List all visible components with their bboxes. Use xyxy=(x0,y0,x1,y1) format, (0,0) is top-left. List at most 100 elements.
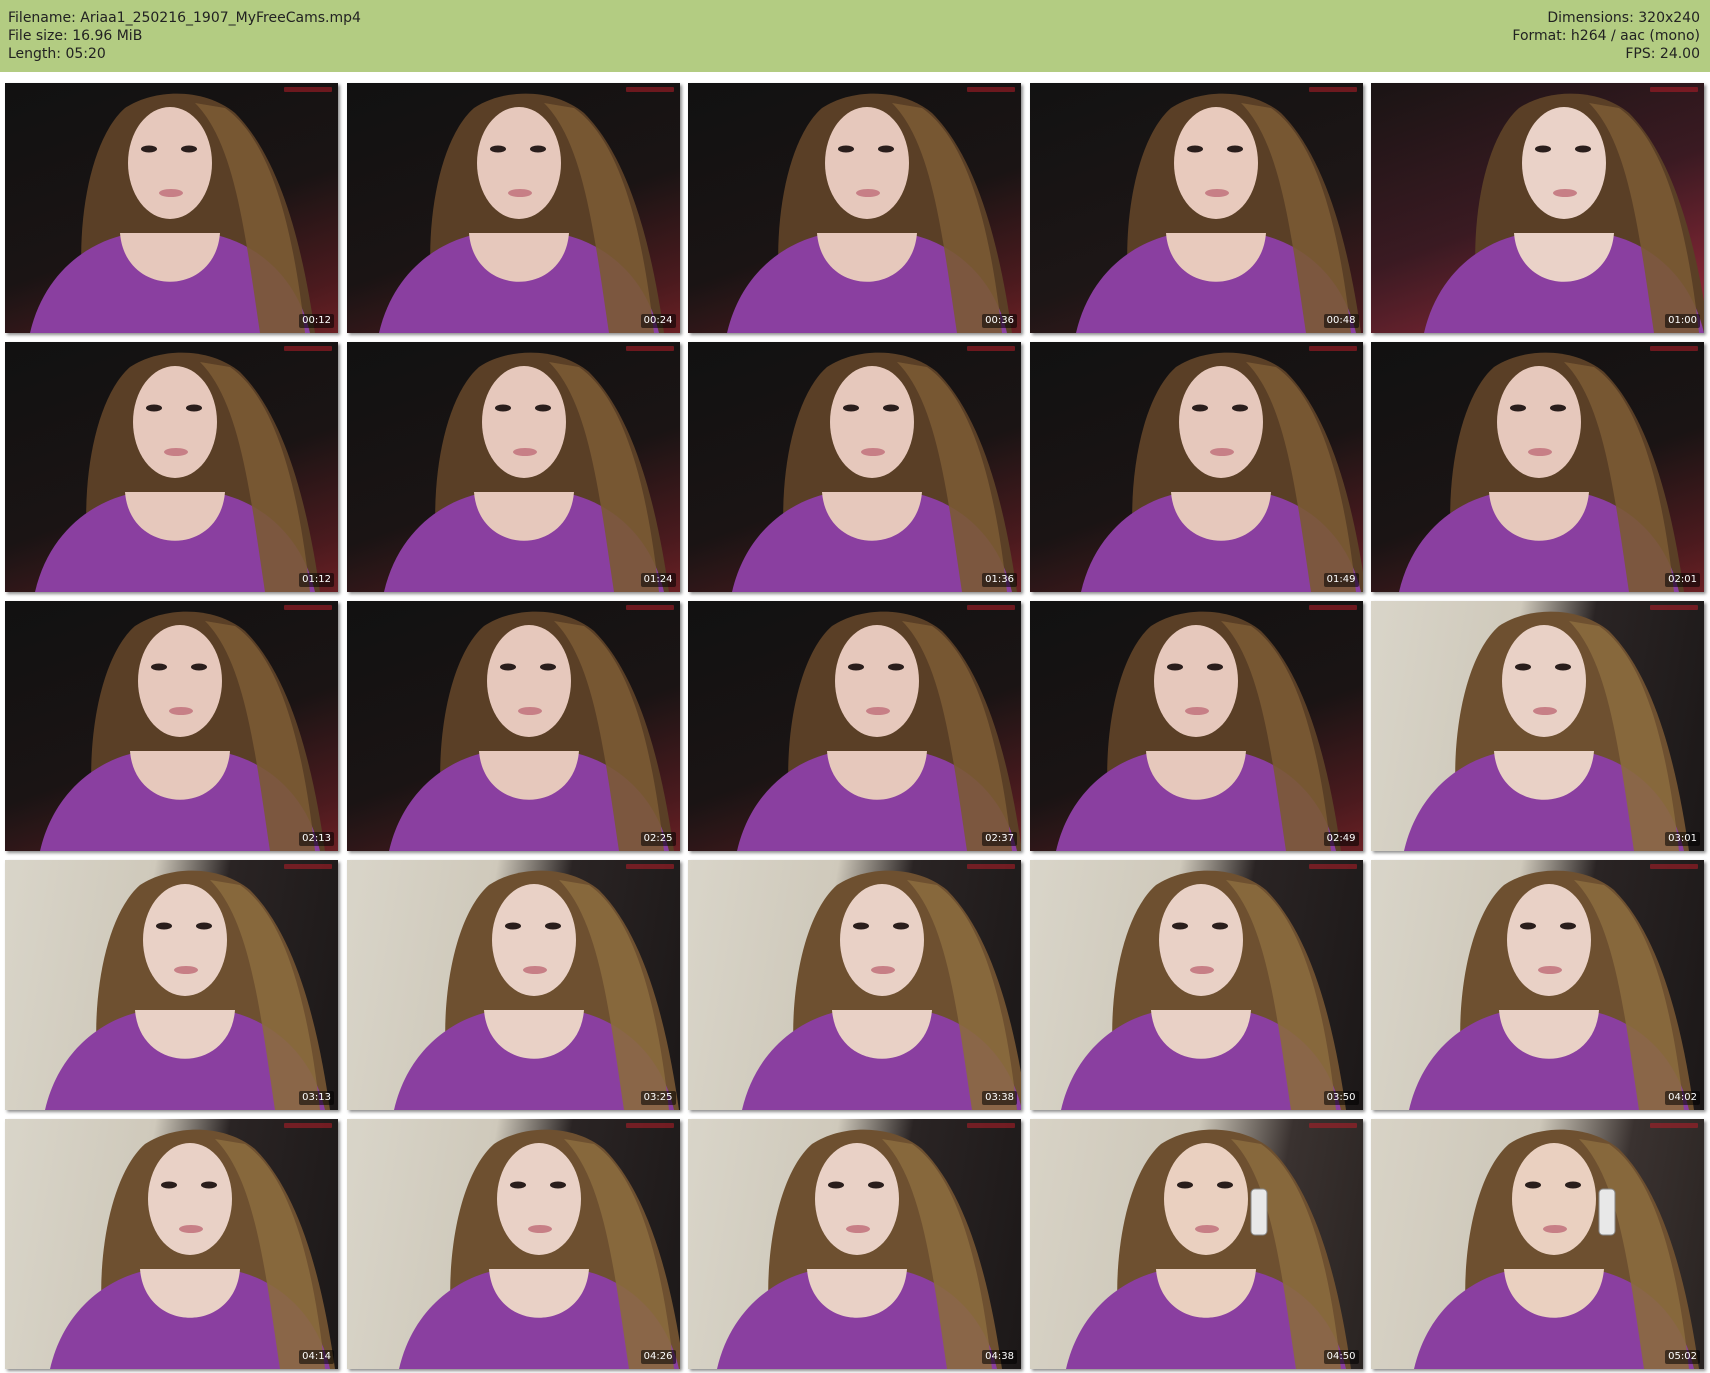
eye-shape xyxy=(1560,922,1576,930)
watermark-mark xyxy=(967,605,1015,610)
timestamp-label: 03:25 xyxy=(640,1091,676,1105)
eye-shape xyxy=(1166,663,1183,671)
face-shape xyxy=(1178,366,1263,478)
video-thumbnail[interactable]: 03:13 xyxy=(5,860,338,1110)
video-thumbnail[interactable]: 04:14 xyxy=(5,1119,338,1369)
watermark-mark xyxy=(1308,1123,1357,1128)
watermark-mark xyxy=(625,87,674,92)
eye-shape xyxy=(1211,922,1228,930)
lips-shape xyxy=(861,448,885,456)
lips-shape xyxy=(846,1225,870,1233)
video-frame-figure xyxy=(50,1129,335,1369)
face-shape xyxy=(128,107,212,219)
video-frame-figure xyxy=(378,93,664,333)
video-thumbnail[interactable]: 01:00 xyxy=(1371,83,1704,333)
face-shape xyxy=(1153,625,1238,737)
timestamp-label: 04:14 xyxy=(299,1350,334,1364)
watermark-mark xyxy=(625,864,674,869)
timestamp-label: 04:26 xyxy=(640,1350,676,1364)
eye-shape xyxy=(509,1181,526,1189)
video-frame-figure xyxy=(1065,1129,1351,1369)
lips-shape xyxy=(856,189,880,197)
eye-shape xyxy=(1231,404,1248,412)
eye-shape xyxy=(1555,663,1571,671)
watermark-mark xyxy=(967,346,1015,351)
video-thumbnail[interactable]: 02:01 xyxy=(1371,342,1704,592)
watermark-mark xyxy=(1308,346,1357,351)
timestamp-label: 00:48 xyxy=(1323,314,1359,328)
eye-shape xyxy=(146,404,162,412)
face-shape xyxy=(1163,1143,1248,1255)
face-shape xyxy=(481,366,566,478)
lips-shape xyxy=(1533,707,1557,715)
timestamp-label: 02:01 xyxy=(1665,573,1700,587)
video-thumbnail[interactable]: 00:36 xyxy=(688,83,1021,333)
eye-shape xyxy=(1550,404,1566,412)
watermark-mark xyxy=(625,346,674,351)
video-thumbnail[interactable]: 01:12 xyxy=(5,342,338,592)
eye-shape xyxy=(489,145,506,153)
video-frame-figure xyxy=(737,611,1021,851)
lips-shape xyxy=(174,966,198,974)
lips-shape xyxy=(512,448,537,456)
video-thumbnail[interactable]: 00:48 xyxy=(1029,83,1363,333)
video-thumbnail[interactable]: 04:50 xyxy=(1029,1119,1363,1369)
video-thumbnail[interactable]: 00:12 xyxy=(5,83,338,333)
lips-shape xyxy=(1204,189,1229,197)
info-header: Filename: Ariaa1_250216_1907_MyFreeCams.… xyxy=(0,0,1710,72)
lips-shape xyxy=(169,707,193,715)
watermark-mark xyxy=(625,1123,674,1128)
timestamp-label: 02:49 xyxy=(1323,832,1359,846)
face-shape xyxy=(1158,884,1243,996)
file-info-right: Dimensions: 320x240 Format: h264 / aac (… xyxy=(1512,9,1700,63)
face-shape xyxy=(1497,366,1581,478)
timestamp-label: 05:02 xyxy=(1665,1350,1700,1364)
timestamp-label: 01:12 xyxy=(299,573,334,587)
lips-shape xyxy=(507,189,532,197)
video-frame-figure xyxy=(40,611,325,851)
watermark-mark xyxy=(1650,864,1698,869)
video-thumbnail[interactable]: 03:01 xyxy=(1371,601,1704,851)
video-thumbnail[interactable]: 04:38 xyxy=(688,1119,1021,1369)
video-frame-figure xyxy=(383,352,669,592)
video-thumbnail[interactable]: 00:24 xyxy=(346,83,680,333)
eye-shape xyxy=(544,922,561,930)
video-thumbnail[interactable]: 01:24 xyxy=(346,342,680,592)
video-thumbnail[interactable]: 04:26 xyxy=(346,1119,680,1369)
video-frame-figure xyxy=(727,93,1012,333)
eye-shape xyxy=(539,663,556,671)
video-frame-figure xyxy=(1055,611,1341,851)
video-thumbnail[interactable]: 04:02 xyxy=(1371,860,1704,1110)
watermark-mark xyxy=(1308,87,1357,92)
eye-shape xyxy=(534,404,551,412)
watermark-mark xyxy=(967,87,1015,92)
timestamp-label: 04:02 xyxy=(1665,1091,1700,1105)
face-shape xyxy=(491,884,576,996)
timestamp-label: 01:49 xyxy=(1323,573,1359,587)
lips-shape xyxy=(1538,966,1562,974)
eye-shape xyxy=(504,922,521,930)
lips-shape xyxy=(1184,707,1209,715)
eye-shape xyxy=(1575,145,1591,153)
lips-shape xyxy=(1209,448,1234,456)
video-thumbnail[interactable]: 03:25 xyxy=(346,860,680,1110)
video-thumbnail[interactable]: 02:25 xyxy=(346,601,680,851)
eye-shape xyxy=(838,145,854,153)
eye-shape xyxy=(151,663,167,671)
video-thumbnail[interactable]: 01:49 xyxy=(1029,342,1363,592)
video-thumbnail[interactable]: 02:49 xyxy=(1029,601,1363,851)
video-thumbnail[interactable]: 02:13 xyxy=(5,601,338,851)
face-shape xyxy=(1507,884,1591,996)
face-shape xyxy=(835,625,919,737)
face-shape xyxy=(1512,1143,1596,1255)
eye-shape xyxy=(181,145,197,153)
lips-shape xyxy=(1528,448,1552,456)
video-thumbnail[interactable]: 02:37 xyxy=(688,601,1021,851)
video-thumbnail[interactable]: 03:38 xyxy=(688,860,1021,1110)
eye-shape xyxy=(494,404,511,412)
video-thumbnail[interactable]: 05:02 xyxy=(1371,1119,1704,1369)
face-shape xyxy=(825,107,909,219)
video-thumbnail[interactable]: 01:36 xyxy=(688,342,1021,592)
video-thumbnail[interactable]: 03:50 xyxy=(1029,860,1363,1110)
eye-shape xyxy=(843,404,859,412)
